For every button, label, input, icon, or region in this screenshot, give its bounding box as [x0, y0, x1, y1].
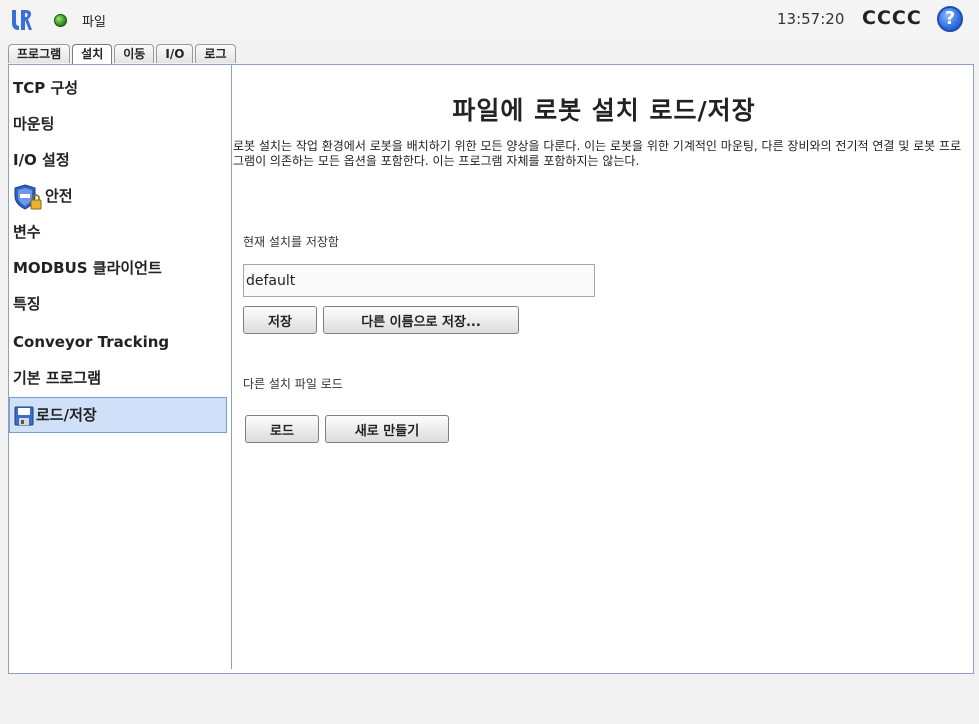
tab-log[interactable]: 로그: [195, 44, 236, 63]
file-menu[interactable]: 파일: [82, 11, 106, 30]
installation-sidebar: TCP 구성 마운팅 I/O 설정 안전 변수 MODBUS 클라이언트 특징: [9, 65, 232, 669]
save-button[interactable]: 저장: [243, 306, 317, 334]
sidebar-item-label: TCP 구성: [13, 79, 79, 97]
sidebar-item-default-program[interactable]: 기본 프로그램: [9, 361, 227, 395]
page-description: 로봇 설치는 작업 환경에서 로봇을 배치하기 위한 모든 양상을 다룬다. 이…: [233, 139, 962, 168]
page-title: 파일에 로봇 설치 로드/저장: [452, 96, 756, 125]
sidebar-item-io-setup[interactable]: I/O 설정: [9, 143, 227, 177]
sidebar-item-label: 마운팅: [13, 115, 55, 133]
sidebar-item-label: 로드/저장: [36, 406, 97, 424]
sidebar-item-mounting[interactable]: 마운팅: [9, 107, 227, 141]
top-bar: 파일 13:57:20 CCCC ?: [0, 0, 979, 40]
sidebar-item-safety[interactable]: 안전: [9, 179, 227, 213]
load-button[interactable]: 로드: [245, 415, 319, 443]
tab-installation[interactable]: 설치: [72, 44, 113, 65]
sidebar-item-conveyor-tracking[interactable]: Conveyor Tracking: [9, 325, 227, 359]
tab-io[interactable]: I/O: [156, 44, 194, 63]
tab-move[interactable]: 이동: [114, 44, 155, 63]
ur-logo-icon: [12, 10, 32, 30]
sidebar-item-label: MODBUS 클라이언트: [13, 259, 162, 277]
sidebar-item-label: 기본 프로그램: [13, 369, 102, 387]
main-tabs: 프로그램 설치 이동 I/O 로그: [8, 44, 238, 65]
floppy-disk-icon: [14, 406, 34, 425]
filename-input[interactable]: [243, 264, 595, 297]
sidebar-item-label: 변수: [13, 223, 41, 241]
sidebar-item-variables[interactable]: 변수: [9, 215, 227, 249]
tab-program[interactable]: 프로그램: [8, 44, 71, 63]
new-button[interactable]: 새로 만들기: [325, 415, 449, 443]
sidebar-item-features[interactable]: 특징: [9, 287, 227, 321]
sidebar-item-modbus-client[interactable]: MODBUS 클라이언트: [9, 251, 227, 285]
load-section-label: 다른 설치 파일 로드: [243, 377, 343, 391]
sidebar-item-label: 특징: [13, 295, 41, 313]
clock: 13:57:20: [777, 10, 845, 28]
installation-panel: TCP 구성 마운팅 I/O 설정 안전 변수 MODBUS 클라이언트 특징: [8, 64, 974, 674]
save-section-label: 현재 설치를 저장함: [243, 235, 339, 249]
help-button[interactable]: ?: [937, 6, 963, 32]
sidebar-item-label: Conveyor Tracking: [13, 333, 170, 351]
save-as-button[interactable]: 다른 이름으로 저장...: [323, 306, 519, 334]
shield-lock-icon: [14, 183, 42, 210]
sidebar-item-label: 안전: [45, 187, 73, 205]
sidebar-item-load-save[interactable]: 로드/저장: [9, 397, 227, 433]
sidebar-item-tcp-config[interactable]: TCP 구성: [9, 71, 227, 105]
robot-status-indicator: [54, 14, 67, 27]
robot-name: CCCC: [862, 7, 922, 29]
sidebar-item-label: I/O 설정: [13, 151, 70, 169]
